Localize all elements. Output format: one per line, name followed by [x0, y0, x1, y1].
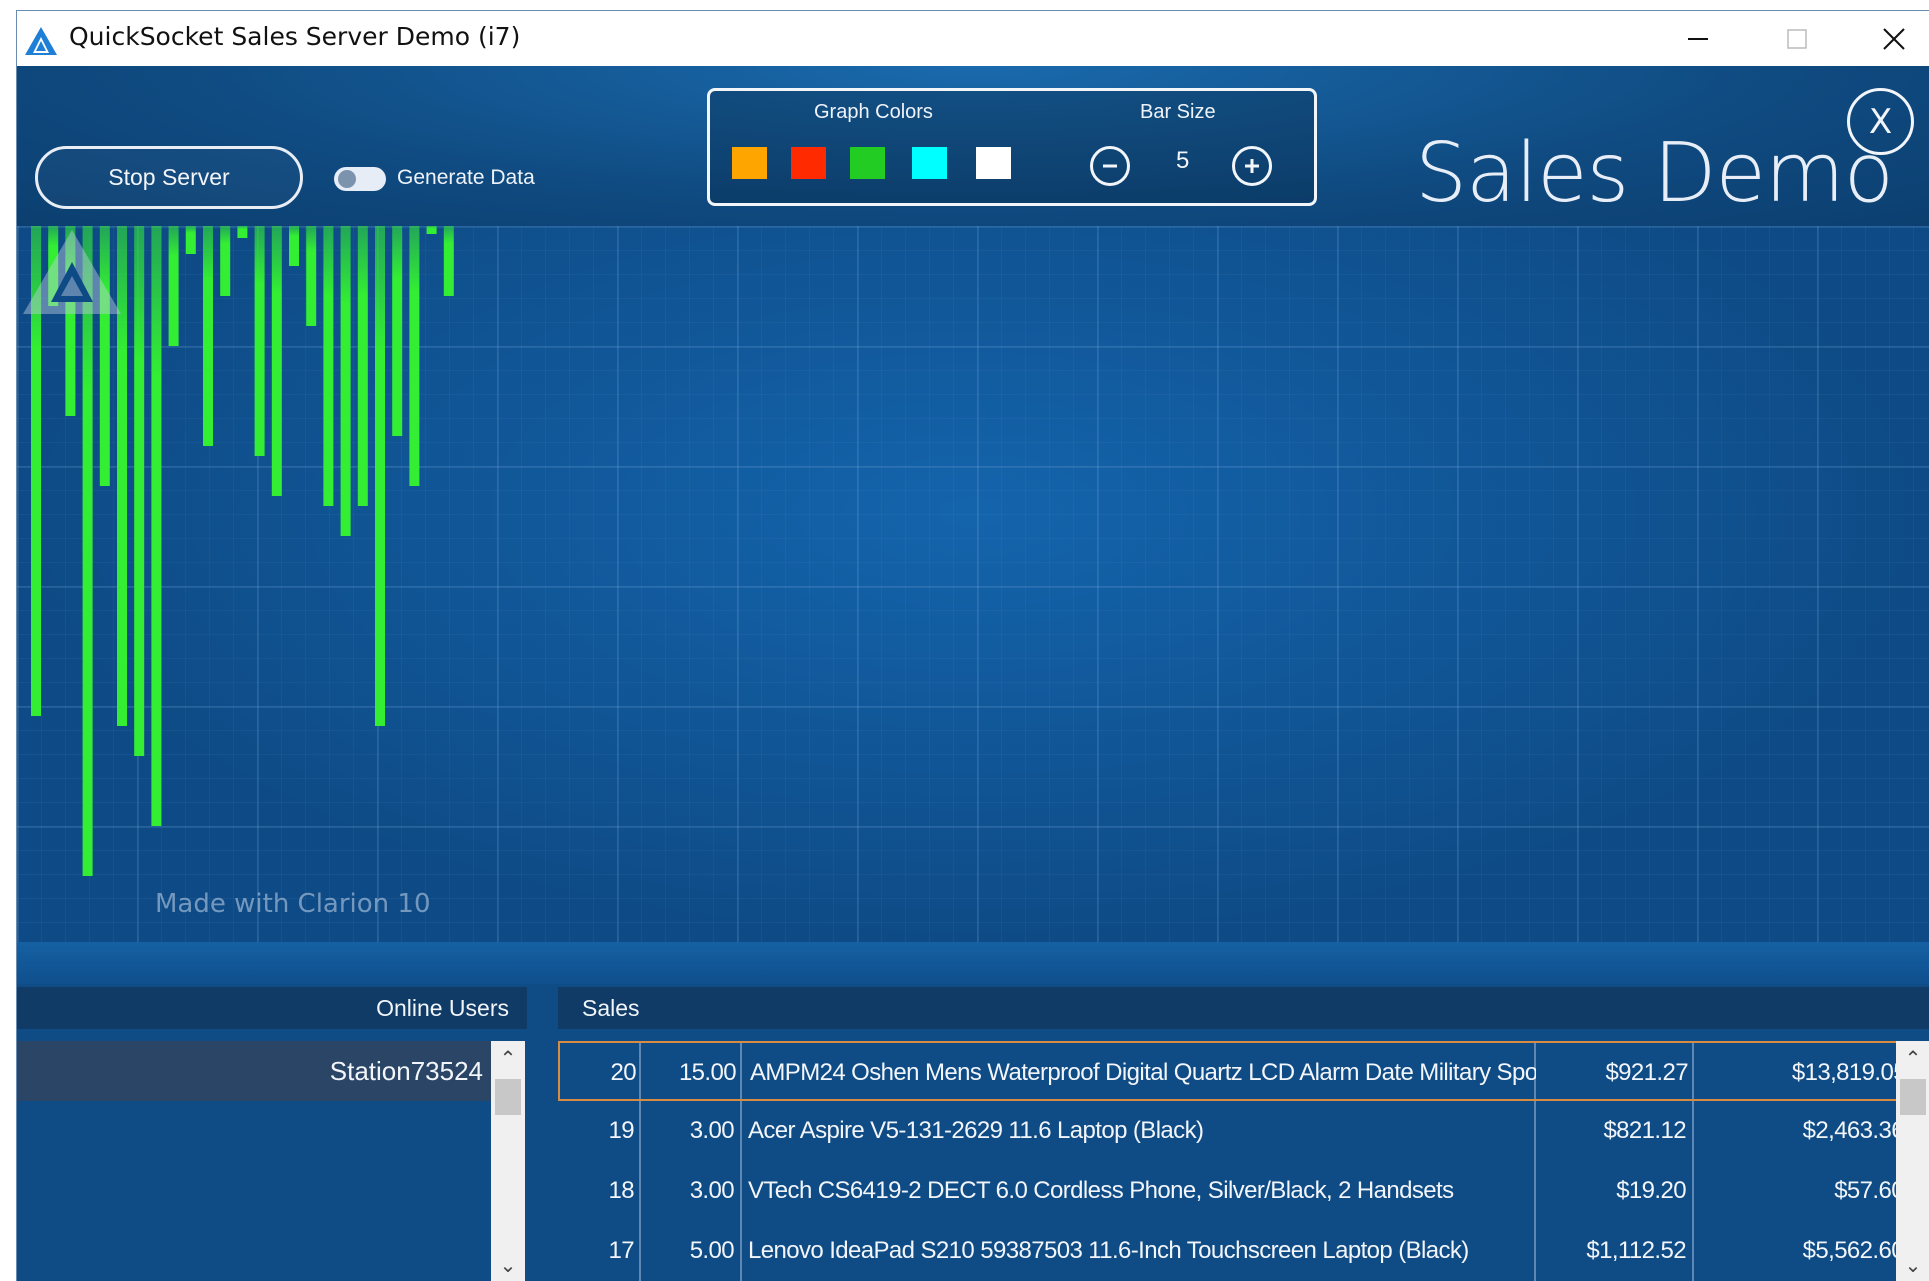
- sale-quantity: 3.00: [689, 1117, 735, 1144]
- table-row[interactable]: 19 3.00 Acer Aspire V5-131-2629 11.6 Lap…: [558, 1101, 1915, 1161]
- color-swatch-red[interactable]: [791, 147, 826, 179]
- minus-icon: [1103, 164, 1117, 168]
- chart-bar: [409, 226, 420, 486]
- scroll-up-icon[interactable]: ⌃: [491, 1041, 525, 1075]
- table-row[interactable]: 17 5.00 Lenovo IdeaPad S210 59387503 11.…: [558, 1221, 1915, 1281]
- stop-server-button[interactable]: Stop Server: [35, 146, 303, 209]
- generate-data-label: Generate Data: [397, 166, 535, 189]
- chart-bar: [254, 226, 265, 456]
- sale-quantity: 3.00: [689, 1177, 735, 1204]
- bar-size-increase-button[interactable]: [1232, 146, 1272, 186]
- sale-product: Acer Aspire V5-131-2629 11.6 Laptop (Bla…: [748, 1117, 1204, 1144]
- plus-icon: [1245, 159, 1259, 173]
- color-swatch-orange[interactable]: [732, 147, 767, 179]
- toggle-knob: [338, 170, 356, 188]
- sale-product: Lenovo IdeaPad S210 59387503 11.6-Inch T…: [748, 1237, 1469, 1264]
- sale-price: $1,112.52: [1586, 1237, 1686, 1264]
- sale-total: $13,819.05: [1791, 1059, 1907, 1086]
- bar-chart: [31, 226, 454, 876]
- app-logo-icon: [25, 27, 57, 55]
- panel-separator: [17, 942, 1929, 984]
- watermark-text: Made with Clarion 10: [155, 889, 431, 919]
- bar-size-value: 5: [1176, 147, 1190, 174]
- chart-bar: [340, 226, 351, 536]
- sale-id: 19: [608, 1117, 635, 1144]
- close-icon: [1883, 27, 1905, 50]
- clarion-logo-icon: [23, 230, 121, 314]
- sale-total: $2,463.36: [1802, 1117, 1905, 1144]
- chart-bar: [426, 226, 437, 234]
- close-window-button[interactable]: [1847, 11, 1929, 66]
- online-users-list[interactable]: Station73524 ⌃ ⌄: [17, 1041, 527, 1281]
- color-swatch-green[interactable]: [850, 147, 885, 179]
- app-window: QuickSocket Sales Server Demo (i7) Stop …: [16, 10, 1929, 1281]
- chart-bar: [289, 226, 299, 266]
- sales-scrollbar[interactable]: ⌃ ⌄: [1896, 1041, 1929, 1281]
- chart-bar: [220, 226, 231, 296]
- sale-quantity: 15.00: [678, 1059, 737, 1086]
- chart-bar: [271, 226, 282, 496]
- chart-bar: [134, 226, 145, 756]
- sale-id: 18: [608, 1177, 635, 1204]
- user-item[interactable]: Station73524: [17, 1041, 491, 1101]
- scroll-down-icon[interactable]: ⌄: [1896, 1248, 1929, 1281]
- users-scroll-thumb[interactable]: [495, 1079, 521, 1115]
- chart-bar: [375, 226, 385, 726]
- sales-scroll-thumb[interactable]: [1900, 1079, 1926, 1115]
- sale-price: $821.12: [1603, 1117, 1686, 1144]
- minimize-button[interactable]: [1651, 11, 1745, 66]
- brand-title: Sales Demo: [1415, 126, 1894, 221]
- maximize-button[interactable]: [1750, 11, 1844, 66]
- title-bar: QuickSocket Sales Server Demo (i7): [17, 11, 1929, 66]
- chart-bar: [392, 226, 403, 436]
- sale-price: $921.27: [1605, 1059, 1688, 1086]
- chart-bar: [306, 226, 317, 326]
- chart-bar: [323, 226, 334, 506]
- chart-bar: [203, 226, 213, 446]
- chart-bar: [185, 226, 196, 254]
- maximize-icon: [1787, 28, 1807, 49]
- sale-quantity: 5.00: [689, 1237, 735, 1264]
- sale-id: 20: [610, 1059, 637, 1086]
- online-users-header: Online Users: [17, 987, 527, 1029]
- sale-product: AMPM24 Oshen Mens Waterproof Digital Qua…: [750, 1059, 1536, 1086]
- scroll-up-icon[interactable]: ⌃: [1896, 1041, 1929, 1075]
- sale-price: $19.20: [1616, 1177, 1686, 1204]
- table-row[interactable]: 18 3.00 VTech CS6419-2 DECT 6.0 Cordless…: [558, 1161, 1915, 1221]
- sale-id: 17: [608, 1237, 635, 1264]
- sale-total: $5,562.60: [1802, 1237, 1905, 1264]
- color-swatch-white[interactable]: [976, 147, 1011, 179]
- sale-total: $57.60: [1834, 1177, 1904, 1204]
- scroll-down-icon[interactable]: ⌄: [491, 1248, 525, 1281]
- close-app-button[interactable]: X: [1847, 88, 1914, 155]
- bar-size-label: Bar Size: [1140, 101, 1216, 123]
- window-title: QuickSocket Sales Server Demo (i7): [69, 22, 521, 51]
- lower-panels: Online Users Sales Station73524 ⌃ ⌄ 20 1…: [17, 984, 1929, 1281]
- graph-settings-panel: Graph Colors Bar Size 5: [707, 88, 1317, 206]
- sales-header: Sales: [558, 987, 1929, 1029]
- generate-data-toggle[interactable]: [334, 167, 386, 191]
- sales-graph: Made with Clarion 10: [17, 226, 1929, 942]
- chart-bar: [357, 226, 368, 506]
- chart-bar: [443, 226, 454, 296]
- sale-product: VTech CS6419-2 DECT 6.0 Cordless Phone, …: [748, 1177, 1454, 1204]
- users-scrollbar[interactable]: ⌃ ⌄: [491, 1041, 525, 1281]
- header-bar: Stop Server Generate Data Graph Colors B…: [17, 66, 1929, 226]
- chart-bar: [168, 226, 179, 346]
- color-swatch-cyan[interactable]: [912, 147, 947, 179]
- bar-size-decrease-button[interactable]: [1090, 146, 1130, 186]
- graph-colors-label: Graph Colors: [814, 101, 933, 123]
- chart-bar: [237, 226, 248, 238]
- sales-table[interactable]: 20 15.00 AMPM24 Oshen Mens Waterproof Di…: [558, 1041, 1915, 1281]
- chart-bar: [82, 226, 93, 876]
- table-row[interactable]: 20 15.00 AMPM24 Oshen Mens Waterproof Di…: [558, 1041, 1915, 1101]
- chart-bar: [151, 226, 162, 826]
- minimize-icon: [1688, 37, 1708, 40]
